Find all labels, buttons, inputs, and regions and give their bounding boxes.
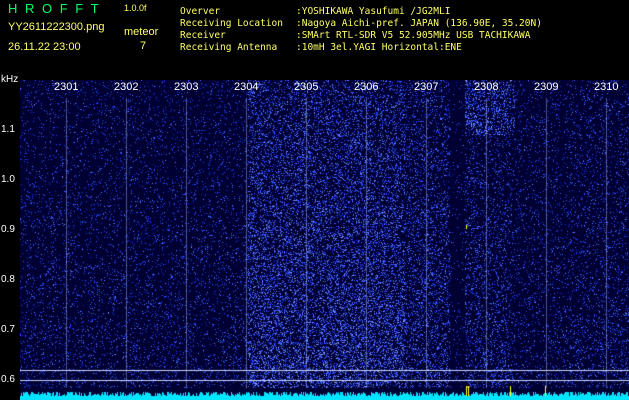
- date-time: 26.11.22 23:00: [8, 41, 81, 53]
- y-tick-label: 1.0: [1, 174, 15, 185]
- info-value-receiver: :SMArt RTL-SDR V5 52.905MHz USB TACHIKAW…: [296, 30, 531, 41]
- app-version: 1.0.0f: [124, 3, 147, 13]
- info-value-location: :Nagoya Aichi-pref. JAPAN (136.90E, 35.2…: [296, 18, 542, 29]
- app-title: H R O F F T: [8, 1, 101, 16]
- y-axis-unit: kHz: [1, 74, 19, 85]
- x-tick-label: 2302: [114, 81, 139, 93]
- info-key-receiver: Receiver: [180, 30, 226, 41]
- meteor-label: meteor: [124, 26, 159, 38]
- info-value-antenna: :10mH 3el.YAGI Horizontal:ENE: [296, 42, 462, 53]
- x-tick-label: 2304: [234, 81, 259, 93]
- y-tick-label: 0.6: [1, 374, 15, 385]
- meteor-count: 7: [140, 40, 147, 52]
- y-tick-label: 0.9: [1, 224, 15, 235]
- info-key-antenna: Receiving Antenna: [180, 42, 278, 53]
- y-tick-label: 1.1: [1, 124, 15, 135]
- x-tick-label: 2306: [354, 81, 379, 93]
- info-value-observer: :YOSHIKAWA Yasufumi /JG2MLI: [296, 6, 451, 17]
- x-tick-label: 2310: [594, 81, 619, 93]
- x-tick-label: 2308: [474, 81, 499, 93]
- info-key-location: Receiving Location: [180, 18, 283, 29]
- file-name: YY2611222300.png: [8, 21, 105, 33]
- y-tick-label: 0.7: [1, 324, 15, 335]
- spectrogram-waterfall: [20, 80, 629, 400]
- x-tick-label: 2301: [54, 81, 79, 93]
- y-tick-label: 0.8: [1, 274, 15, 285]
- x-tick-label: 2307: [414, 81, 439, 93]
- x-tick-label: 2303: [174, 81, 199, 93]
- info-key-observer: Overver: [180, 6, 221, 17]
- x-tick-label: 2309: [534, 81, 559, 93]
- x-tick-label: 2305: [294, 81, 319, 93]
